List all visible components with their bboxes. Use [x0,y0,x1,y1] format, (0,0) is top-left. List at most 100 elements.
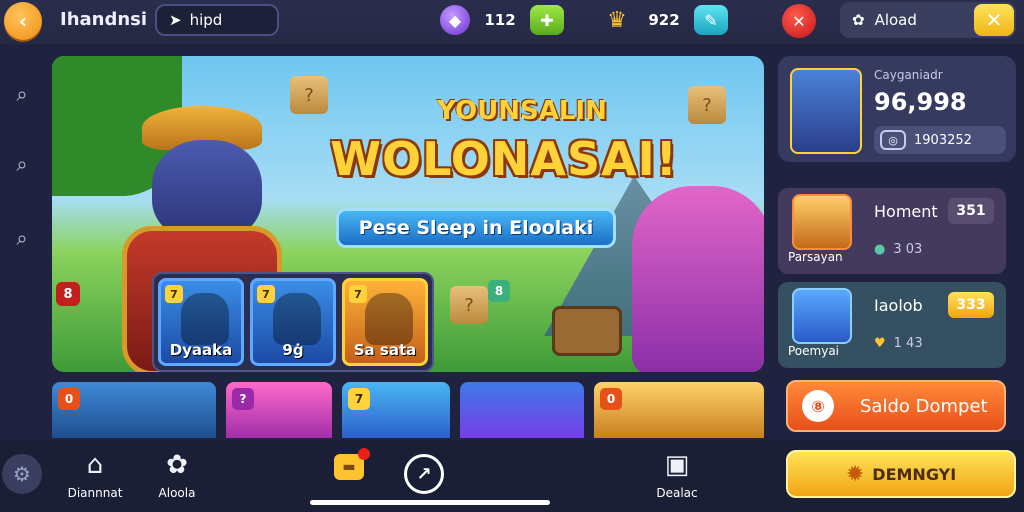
cart-decoration [552,306,622,356]
left-rail: ⌕ ⌕ ⌕ [0,60,44,440]
character-level: 7 [165,285,183,303]
offer-name: Iaolob [874,296,923,315]
character-name: Dyaaka [169,341,233,359]
profile-pill[interactable]: ✿ Aload ✕ [840,2,1016,38]
hero-head [152,140,262,240]
offer-sub: Poemyai [788,344,840,358]
hero-tile[interactable]: ? [226,382,332,438]
top-bar: ‹ Ihandnsi ➤ hipd ◆ 112 ✚ ♛ 922 ✎ ✕ ✿ Al… [0,0,1024,44]
hero-badge: 8 [56,282,80,306]
hero-tile-badge: ? [232,388,254,410]
offer-name: Homent [874,202,938,221]
saldo-dompet-button[interactable]: ⑧ Saldo Dompet [786,380,1006,432]
settings-gear-icon[interactable]: ⚙ [2,454,42,494]
character-level: 7 [257,285,275,303]
clock-icon: ● [874,242,886,257]
chest-icon [792,194,852,250]
game-logo-top: YOUNSALIN [437,96,607,126]
eye-icon: ◎ [880,130,906,150]
app-title: Ihandnsi [60,9,148,30]
offer-meta-value: 1 43 [893,336,923,351]
side-badge: 8 [488,280,510,302]
game-logo-main: WOLONASAI! [330,132,678,186]
rank-card[interactable]: Cayganiadr 96,998 ◎ 1903252 [778,56,1016,162]
offer-price[interactable]: 333 [948,292,994,318]
offer-price[interactable]: 351 [948,198,994,224]
profile-name: Aload [874,11,917,29]
hero-tile[interactable]: 7 [342,382,450,438]
nav-label: Aloola [158,486,196,500]
puzzle-icon: ✿ [166,450,188,480]
rank-sub-value: 1903252 [914,132,972,148]
character-figure [365,293,413,345]
offer-sub: Parsayan [788,250,843,264]
crate-icon: ? [688,86,726,124]
offer-meta: ♥ 1 43 [874,336,923,351]
home-indicator [310,500,550,505]
search-icon[interactable]: ⌕ [4,76,40,112]
gems-counter: ◆ 112 ✚ [440,4,564,36]
gem-icon: ◆ [440,5,470,35]
dragon-character [632,186,764,372]
add-crowns-button[interactable]: ✎ [694,5,728,35]
nav-label: Dealac [656,486,698,500]
flower-icon: ✿ [852,11,865,29]
hero-tile-badge: 0 [600,388,622,410]
saldo-label: Saldo Dompet [860,395,988,417]
search-icon[interactable]: ⌕ [4,220,40,256]
rank-sub-pill: ◎ 1903252 [874,126,1006,154]
hero-tile-badge: 7 [348,388,370,410]
character-name: Sa sata [353,341,417,359]
character-level: 7 [349,285,367,303]
hero-tile-badge: 0 [58,388,80,410]
nav-item-shop[interactable]: ▣ Dealac [642,450,712,500]
offer-card[interactable]: Poemyai Iaolob 333 ♥ 1 43 [778,282,1006,368]
crowns-value: 922 [648,11,680,29]
character-card[interactable]: 7 Sa sata [342,278,428,366]
featured-banner[interactable]: ? ? ? 8 YOUNSALIN WOLONASAI! Pese Sleep … [52,56,764,372]
nav-item-home[interactable]: ⌂ Diannnat [60,450,130,500]
hammer-icon: ➤ [169,11,182,29]
nav-item-puzzle[interactable]: ✿ Aloola [142,450,212,500]
rank-value: 96,998 [874,88,967,116]
hero-tile[interactable]: 0 [594,382,764,438]
home-icon: ⌂ [86,450,104,480]
character-card[interactable]: 7 9ġ [250,278,336,366]
crowns-counter: ♛ 922 ✎ [600,4,728,36]
banner-tagline-button[interactable]: Pese Sleep in Eloolaki [336,208,616,248]
notification-dot [358,448,370,460]
hero-portrait-icon [792,288,852,344]
mode-selector[interactable]: ➤ hipd [155,4,279,36]
gear-icon: ✹ [845,461,865,487]
hero-tile[interactable]: 0 [52,382,216,438]
close-icon[interactable]: ✕ [782,4,816,38]
mode-value: hipd [189,11,223,29]
character-card[interactable]: 7 Dyaaka [158,278,244,366]
dem-label: DEMNGYI [872,464,957,484]
nav-label: Diannnat [67,486,123,500]
profile-close-button[interactable]: ✕ [974,4,1014,36]
crown-icon: ♛ [607,7,627,33]
character-figure [273,293,321,345]
character-strip: 7 Dyaaka 7 9ġ 7 Sa sata [152,272,434,372]
player-avatar [790,68,862,154]
rank-label: Cayganiadr [874,68,943,82]
offer-meta-value: 3 03 [893,242,923,257]
crate-icon: ? [290,76,328,114]
chat-icon[interactable]: ▬ [334,448,370,480]
heart-icon: ♥ [874,336,886,351]
play-icon[interactable]: ↗ [404,454,444,494]
character-name: 9ġ [282,341,304,359]
character-figure [181,293,229,345]
wallet-icon: ⑧ [802,390,834,422]
demngyi-button[interactable]: ✹ DEMNGYI [786,450,1016,498]
offer-card[interactable]: Parsayan Homent 351 ● 3 03 [778,188,1006,274]
gems-value: 112 [484,11,516,29]
search-icon[interactable]: ⌕ [4,146,40,182]
heroes-row: 0 ? 7 0 [52,382,764,438]
hero-tile[interactable] [460,382,584,438]
back-arrow-icon[interactable]: ‹ [4,2,42,40]
crate-icon: ? [450,286,488,324]
add-gems-button[interactable]: ✚ [530,5,564,35]
offer-meta: ● 3 03 [874,242,922,257]
